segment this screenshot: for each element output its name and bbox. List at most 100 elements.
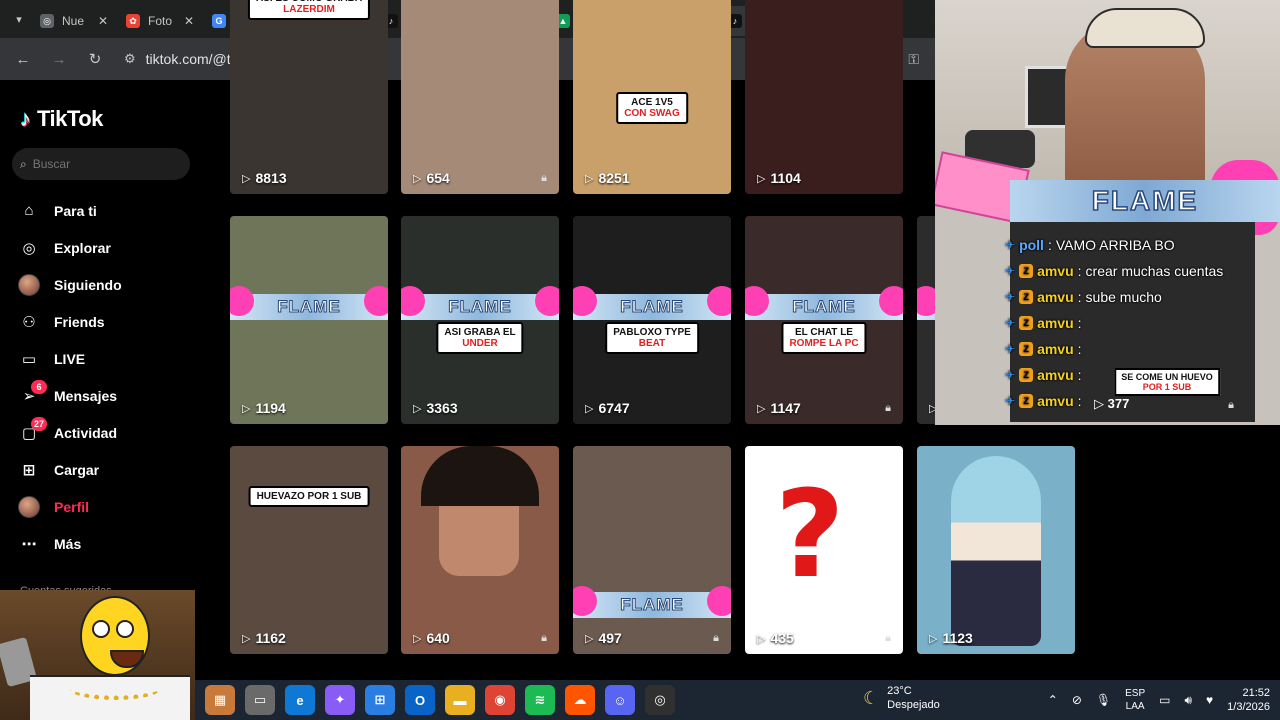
outlook-app-icon[interactable]: O: [405, 685, 435, 715]
obs-app-icon[interactable]: ◎: [645, 685, 675, 715]
tab-favicon-icon: G: [212, 14, 226, 28]
tiktok-logo[interactable]: ♪ TikTok: [20, 106, 103, 132]
pin-icon: ✈: [1005, 342, 1016, 356]
play-icon: ▷: [585, 172, 594, 185]
question-mark-graphic: ?: [775, 466, 845, 605]
explorer-app-icon[interactable]: ▬: [445, 685, 475, 715]
network-off-icon[interactable]: ⊘: [1072, 693, 1082, 707]
widgets-app-icon[interactable]: ▦: [205, 685, 235, 715]
badge-icon: Z: [1019, 290, 1034, 304]
lock-icon: 🔒︎: [885, 632, 891, 644]
spotify-app-icon[interactable]: ≋: [525, 685, 555, 715]
play-icon: ▷: [413, 402, 422, 415]
video-tile[interactable]: FLAME ▷ 497 🔒︎: [573, 446, 731, 654]
video-tile[interactable]: ▷ 654 🔒︎: [401, 0, 559, 194]
view-count-number: 8813: [255, 170, 287, 186]
sidebar-item[interactable]: ▭ LIVE: [18, 340, 208, 377]
sidebar-item[interactable]: Siguiendo: [18, 266, 208, 303]
clock[interactable]: 21:52 1/3/2026: [1227, 686, 1270, 714]
sidebar-item[interactable]: ⚇ Friends: [18, 303, 208, 340]
chevron-up-icon[interactable]: ⌃: [1048, 693, 1058, 707]
chat-username: amvu: [1037, 289, 1074, 305]
sidebar-item[interactable]: Perfil: [18, 488, 208, 525]
flame-banner-text: FLAME: [448, 297, 512, 317]
microphone-icon[interactable]: 🎙︎: [1096, 693, 1111, 707]
extra-tile-views-count: 377: [1107, 396, 1130, 411]
video-tile[interactable]: ? ▷ 435 🔒︎: [745, 446, 903, 654]
badge-icon: Z: [1019, 316, 1034, 330]
search-box[interactable]: ⌕: [12, 148, 190, 180]
homer-eye-left: [92, 620, 110, 638]
store-app-icon[interactable]: ⊞: [365, 685, 395, 715]
close-icon[interactable]: ✕: [98, 14, 108, 28]
video-tile[interactable]: ▷ 1123: [917, 446, 1075, 654]
view-count: ▷ 1194: [242, 400, 286, 416]
view-count-number: 435: [770, 630, 794, 646]
reload-icon[interactable]: ↻: [82, 46, 108, 72]
chat-colon: :: [1077, 393, 1082, 409]
pin-icon: ✈: [1005, 238, 1016, 252]
caption-highlight: ROMPE LA PC: [789, 338, 859, 349]
view-count-number: 497: [598, 630, 622, 646]
battery-saver-icon[interactable]: ♥: [1206, 693, 1213, 707]
copilot-app-icon[interactable]: ✦: [325, 685, 355, 715]
edge-app-icon[interactable]: e: [285, 685, 315, 715]
extra-tile[interactable]: SE COME UN HUEVO POR 1 SUB ▷ 377 🔒︎: [1088, 232, 1246, 424]
video-caption: ASI ES COMO GRABALAZERDIM: [247, 0, 371, 20]
sidebar-item[interactable]: ▢ 27 Actividad: [18, 414, 208, 451]
view-count: ▷ 497: [585, 630, 622, 646]
video-tile[interactable]: ASI ES COMO GRABALAZERDIM ▷ 8813: [230, 0, 388, 194]
discord-app-icon[interactable]: ☺: [605, 685, 635, 715]
sidebar-item[interactable]: ⋯ Más: [18, 525, 208, 562]
chat-colon: :: [1077, 289, 1082, 305]
sidebar-item-label: Perfil: [54, 498, 90, 515]
view-count: ▷ 3363: [413, 400, 458, 416]
tab-favicon-icon: ✿: [126, 14, 140, 28]
badge-icon: Z: [1019, 264, 1034, 278]
flame-banner-text: FLAME: [792, 297, 856, 317]
pin-icon: ✈: [1005, 394, 1016, 408]
password-key-icon[interactable]: ⚿: [908, 51, 919, 68]
display-icon[interactable]: ▭: [1159, 693, 1170, 707]
upload-icon: ⊞: [22, 461, 36, 479]
sidebar-item[interactable]: ➢ 6 Mensajes: [18, 377, 208, 414]
tiktok-note-icon: ♪: [20, 106, 31, 131]
view-count: ▷ 654: [413, 170, 450, 186]
sidebar-item[interactable]: ⊞ Cargar: [18, 451, 208, 488]
video-tile[interactable]: FLAME EL CHAT LE ROMPE LA PC ▷ 1147 🔒︎: [745, 216, 903, 424]
close-icon[interactable]: ✕: [184, 14, 194, 28]
files-app-icon[interactable]: ▭: [245, 685, 275, 715]
video-tile[interactable]: FLAME ▷ 1194: [230, 216, 388, 424]
chrome-app-icon[interactable]: ◉: [485, 685, 515, 715]
language-indicator[interactable]: ESP LAA: [1125, 687, 1145, 713]
forward-arrow-icon[interactable]: →: [46, 46, 72, 72]
chat-colon: :: [1077, 315, 1082, 331]
weather-widget[interactable]: ☾ 23°C Despejado: [863, 684, 940, 712]
sidebar-item[interactable]: ◎ Explorar: [18, 229, 208, 266]
windows-taskbar: ▦ ▭ e ✦ ⊞ O ▬ ◉ ≋ ☁ ☺ ◎ ☾ 23°C Despejado ⌃ ⊘ 🎙︎ ESP…: [195, 680, 1280, 720]
search-input[interactable]: [32, 157, 173, 171]
back-arrow-icon[interactable]: ←: [10, 46, 36, 72]
screen: ▾ ◎Nue✕✿Foto✕Ginst✕☁Escu✕♪TikT✕Ggalo✕▲ll…: [0, 0, 1280, 720]
video-tile[interactable]: FLAME PABLOXO TYPE BEAT ▷ 6747: [573, 216, 731, 424]
tab-title: Nue: [62, 14, 85, 28]
notification-badge: 6: [31, 380, 47, 394]
video-tile[interactable]: ACE 1V5 CON SWAG ▷ 8251: [573, 0, 731, 194]
clock-date: 1/3/2026: [1227, 701, 1270, 713]
video-tile[interactable]: HUEVAZO POR 1 SUB ▷ 1162: [230, 446, 388, 654]
tab-search-icon[interactable]: ▾: [8, 8, 30, 30]
video-tile[interactable]: ▷ 640 🔒︎: [401, 446, 559, 654]
video-tile[interactable]: FLAME ASI GRABA EL UNDER ▷ 3363: [401, 216, 559, 424]
soundcloud-app-icon[interactable]: ☁: [565, 685, 595, 715]
site-info-icon[interactable]: ⚙: [124, 51, 136, 67]
view-count-number: 1123: [942, 630, 973, 646]
volume-icon[interactable]: 🔊︎: [1184, 693, 1192, 708]
sidebar-item[interactable]: ⌂ Para ti: [18, 192, 208, 229]
flame-banner-text: FLAME: [620, 297, 684, 317]
browser-tab[interactable]: ◎ Nue ✕: [32, 6, 116, 36]
pink-sticker: [707, 586, 731, 616]
chat-username: amvu: [1037, 367, 1074, 383]
extra-tile-views: ▷ 377: [1094, 396, 1130, 411]
browser-tab[interactable]: ✿ Foto ✕: [118, 6, 202, 36]
video-tile[interactable]: ▷ 1104: [745, 0, 903, 194]
